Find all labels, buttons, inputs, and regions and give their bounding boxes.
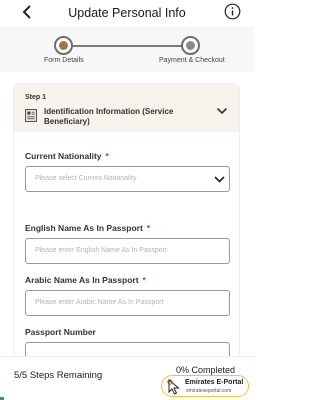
- nationality-select[interactable]: Please select Current Nationality: [25, 166, 230, 192]
- site-watermark: Emirates E-Portal emirateseportal.com: [161, 375, 249, 397]
- step-title: Identification Information (Service Bene…: [44, 107, 174, 126]
- nationality-label: Current Nationality *: [25, 151, 109, 161]
- required-asterisk: *: [142, 275, 146, 285]
- step-card-header[interactable]: Step 1 Identification Information (Servi…: [14, 84, 239, 132]
- step-indicator-payment: [181, 36, 200, 55]
- page-title: Update Personal Info: [68, 6, 186, 20]
- watermark-title: Emirates E-Portal: [185, 379, 244, 386]
- step-indicator-form-details: [54, 36, 73, 55]
- id-document-icon: [25, 109, 37, 122]
- step-number: Step 1: [25, 94, 47, 101]
- passport-number-label: Passport Number: [25, 327, 96, 337]
- info-icon[interactable]: [224, 3, 241, 20]
- arabic-name-placeholder: Please enter Arabic Name As In Passport: [35, 299, 164, 306]
- progress-stepper: Form Details Payment & Checkout: [0, 26, 254, 72]
- collapse-chevron-icon[interactable]: [216, 106, 228, 116]
- nationality-placeholder: Please select Current Nationality: [35, 175, 137, 182]
- app-header: Update Personal Info: [0, 0, 254, 26]
- stepper-connector-line: [64, 45, 190, 47]
- steps-remaining-text: 5/5 Steps Remaining: [14, 370, 103, 381]
- arabic-name-input[interactable]: Please enter Arabic Name As In Passport: [25, 290, 230, 316]
- english-name-label: English Name As In Passport *: [25, 223, 151, 233]
- required-asterisk: *: [146, 223, 151, 233]
- chevron-down-icon: [214, 176, 225, 183]
- cursor-icon: [167, 379, 180, 395]
- step-card: Step 1 Identification Information (Servi…: [13, 83, 240, 383]
- required-asterisk: *: [105, 151, 109, 161]
- watermark-url: emirateseportal.com: [186, 388, 232, 394]
- completion-percentage: 0% Completed: [176, 365, 236, 375]
- step-label-payment: Payment & Checkout: [159, 57, 225, 64]
- english-name-input[interactable]: Please enter English Name As In Passport: [25, 238, 230, 264]
- arabic-name-label: Arabic Name As In Passport *: [25, 275, 146, 285]
- step-label-form-details: Form Details: [44, 57, 84, 64]
- english-name-placeholder: Please enter English Name As In Passport: [35, 247, 167, 254]
